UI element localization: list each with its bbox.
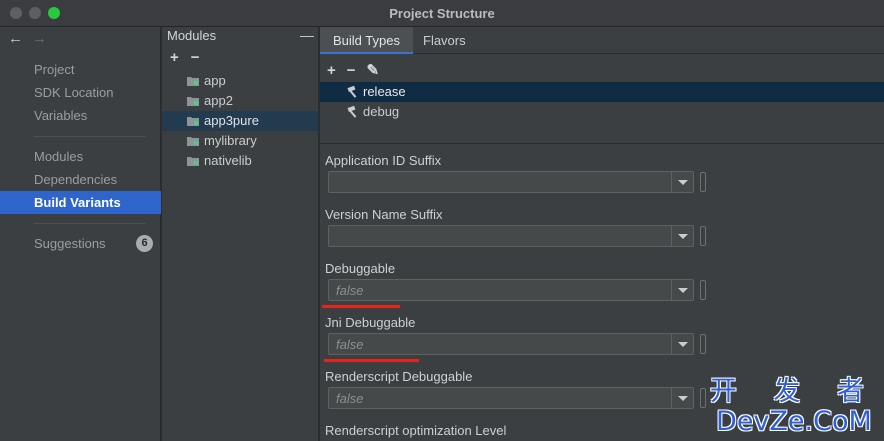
chevron-down-icon[interactable] (671, 226, 693, 246)
android-module-icon (187, 97, 199, 106)
combo-value: false (336, 283, 364, 298)
tab-flavors[interactable]: Flavors (410, 27, 479, 54)
sidebar-item-modules[interactable]: Modules (0, 145, 161, 168)
build-types-toolbar: + − ✎ (327, 61, 390, 79)
chevron-down-icon[interactable] (671, 388, 693, 408)
debuggable-extra-button[interactable] (700, 280, 706, 300)
back-arrow-icon[interactable]: ← (8, 30, 28, 47)
android-module-icon (187, 117, 199, 126)
debuggable-label: Debuggable (325, 261, 396, 276)
remove-module-icon[interactable]: − (191, 49, 200, 66)
library-module-icon (187, 157, 199, 166)
renderscript-optimization-level-label: Renderscript optimization Level (325, 423, 507, 438)
history-nav: ← → (8, 30, 52, 47)
sidebar-item-dependencies[interactable]: Dependencies (0, 168, 161, 191)
build-type-label: release (363, 84, 406, 99)
sidebar-item-build-variants[interactable]: Build Variants (0, 191, 161, 214)
module-label: mylibrary (204, 133, 257, 148)
module-item-nativelib[interactable]: nativelib (162, 151, 318, 171)
module-label: app2 (204, 93, 233, 108)
annotation-underline (324, 359, 419, 362)
chevron-down-icon[interactable] (671, 280, 693, 300)
jni-debuggable-extra-button[interactable] (700, 334, 706, 354)
watermark-logo: 开 发 者 DevZe.CoM (710, 377, 878, 437)
collapse-panel-icon[interactable]: — (300, 27, 314, 43)
application-id-suffix-extra-button[interactable] (700, 172, 706, 192)
module-label: app (204, 73, 226, 88)
renderscript-debuggable-label: Renderscript Debuggable (325, 369, 473, 384)
suggestions-count-badge: 6 (136, 235, 153, 252)
chevron-down-icon[interactable] (671, 172, 693, 192)
watermark-line-1: 开 发 者 (709, 376, 878, 407)
sidebar-item-variables[interactable]: Variables (0, 104, 161, 127)
build-type-item-debug[interactable]: debug (320, 102, 884, 122)
combo-value: false (336, 391, 364, 406)
module-item-app2[interactable]: app2 (162, 91, 318, 111)
application-id-suffix-label: Application ID Suffix (325, 153, 442, 168)
sidebar-item-sdk-location[interactable]: SDK Location (0, 81, 161, 104)
module-label: nativelib (204, 153, 252, 168)
renderscript-debuggable-extra-button[interactable] (700, 388, 706, 408)
chevron-down-icon[interactable] (671, 334, 693, 354)
forward-arrow-icon[interactable]: → (32, 30, 52, 47)
module-item-app[interactable]: app (162, 71, 318, 91)
remove-build-type-icon[interactable]: − (347, 62, 356, 79)
module-item-mylibrary[interactable]: mylibrary (162, 131, 318, 151)
annotation-underline (322, 305, 400, 308)
version-name-suffix-label: Version Name Suffix (325, 207, 443, 222)
module-label: app3pure (204, 113, 259, 128)
sidebar-item-suggestions[interactable]: Suggestions 6 (0, 232, 161, 255)
modules-header: Modules (167, 28, 217, 43)
sidebar-divider (34, 136, 146, 137)
edit-build-type-icon[interactable]: ✎ (367, 61, 380, 79)
application-id-suffix-combo[interactable] (328, 171, 694, 193)
jni-debuggable-label: Jni Debuggable (325, 315, 416, 330)
title-bar: Project Structure (0, 0, 884, 27)
window-title: Project Structure (389, 6, 495, 21)
panel-divider (320, 143, 884, 144)
sidebar-item-project[interactable]: Project (0, 58, 161, 81)
jni-debuggable-combo[interactable]: false (328, 333, 694, 355)
sidebar-divider (34, 223, 146, 224)
hammer-icon (347, 85, 357, 98)
sidebar-item-label: Suggestions (34, 236, 106, 251)
library-module-icon (187, 137, 199, 146)
add-module-icon[interactable]: + (170, 49, 179, 66)
debuggable-combo[interactable]: false (328, 279, 694, 301)
build-type-label: debug (363, 104, 400, 119)
renderscript-debuggable-combo[interactable]: false (328, 387, 694, 409)
module-item-app3pure[interactable]: app3pure (162, 111, 318, 131)
tab-build-types[interactable]: Build Types (320, 27, 413, 54)
version-name-suffix-combo[interactable] (328, 225, 694, 247)
add-build-type-icon[interactable]: + (327, 62, 336, 79)
tab-bar: Build Types Flavors (320, 27, 884, 54)
build-type-item-release[interactable]: release (320, 82, 884, 102)
modules-toolbar: + − (170, 49, 212, 66)
android-module-icon (187, 77, 199, 86)
version-name-suffix-extra-button[interactable] (700, 226, 706, 246)
watermark-line-2: DevZe.CoM (716, 406, 872, 437)
settings-sidebar: ← → Project SDK Location Variables Module… (0, 27, 161, 441)
hammer-icon (347, 105, 357, 118)
modules-panel: Modules — + − app app2 app3pure mylibrary… (162, 27, 319, 441)
combo-value: false (336, 337, 364, 352)
